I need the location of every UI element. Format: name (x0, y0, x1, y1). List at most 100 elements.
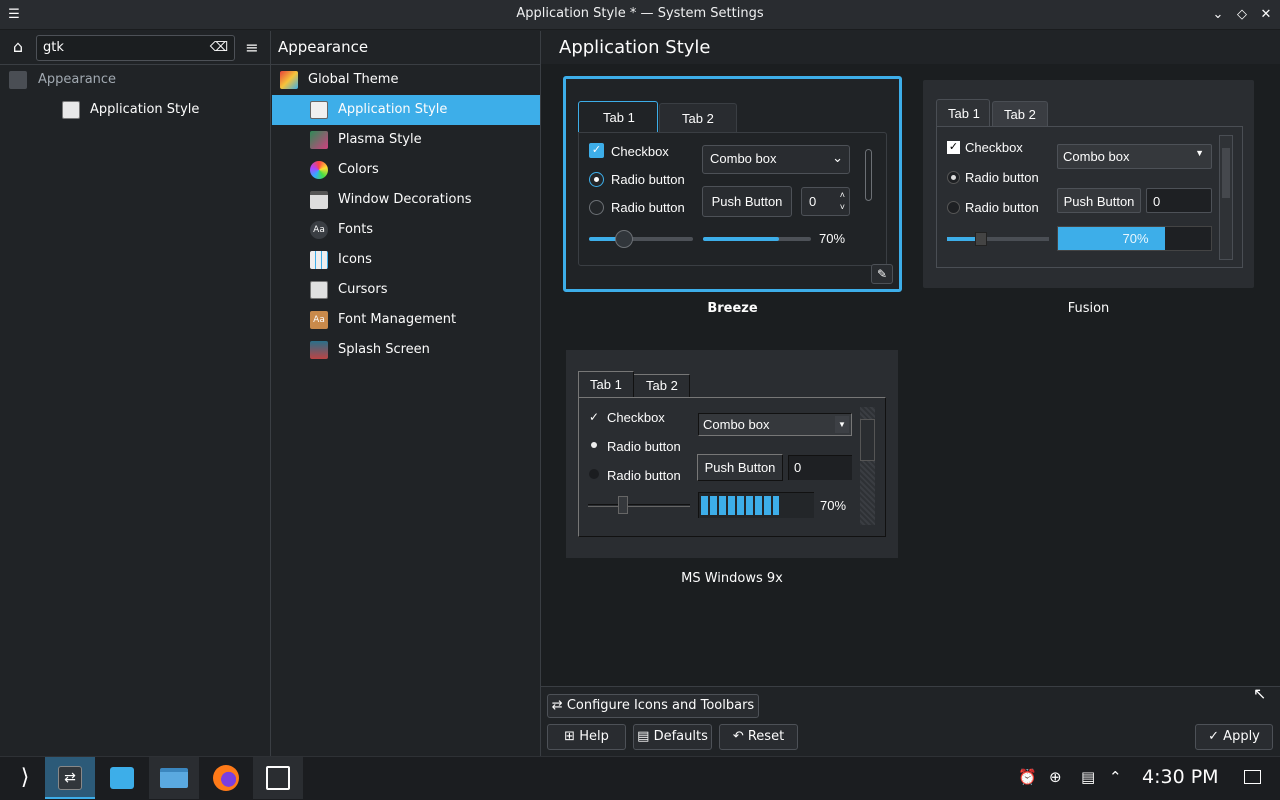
category-window-decorations[interactable]: Window Decorations (272, 185, 540, 215)
checkbox-checked-icon[interactable]: ✓ (947, 141, 960, 154)
window-manager-icon[interactable] (253, 757, 303, 799)
firefox-icon[interactable] (201, 757, 251, 799)
application-style-icon (310, 101, 328, 119)
scrollbar[interactable] (865, 149, 872, 201)
tab-1[interactable]: Tab 1 (578, 101, 658, 133)
configure-icons-toolbars-button[interactable]: ⇄ Configure Icons and Toolbars (547, 694, 759, 718)
combo-box[interactable]: Combo box ▼ (1057, 144, 1212, 169)
radio-unselected-icon[interactable] (589, 200, 604, 215)
notifications-icon[interactable]: ⏰ (1018, 768, 1037, 786)
category-plasma-style[interactable]: Plasma Style (272, 125, 540, 155)
dolphin-files-icon[interactable] (149, 757, 199, 799)
combo-box[interactable]: Combo box ▼ (698, 413, 852, 436)
category-application-style[interactable]: Application Style (272, 95, 540, 125)
slider[interactable] (947, 232, 1049, 246)
slider-handle (615, 230, 633, 248)
category-colors[interactable]: Colors (272, 155, 540, 185)
style-name-fusion: Fusion (1067, 301, 1110, 316)
spin-box[interactable]: 0 (788, 455, 852, 480)
window-titlebar: ☰ Application Style * — System Settings … (0, 0, 1280, 30)
slider[interactable] (588, 496, 690, 514)
sidebar-item-appearance[interactable]: Appearance (0, 65, 270, 95)
sidebar (0, 31, 270, 756)
tab-1[interactable]: Tab 1 (578, 371, 634, 398)
reset-icon: ↶ (732, 729, 744, 744)
checkmark-icon: ✓ (1208, 729, 1220, 744)
category-fonts[interactable]: Aa Fonts (272, 215, 540, 245)
application-launcher-icon[interactable]: ⟩ (0, 757, 50, 799)
appearance-icon (9, 71, 27, 89)
font-management-icon: Aa (310, 311, 328, 329)
application-style-icon (62, 101, 80, 119)
sidebar-item-application-style[interactable]: Application Style (0, 95, 270, 125)
chevron-down-icon: ⌄ (832, 150, 843, 165)
radio-label-2: Radio button (611, 200, 685, 215)
maximize-icon[interactable]: ◇ (1232, 5, 1252, 25)
apply-button[interactable]: ✓ Apply (1195, 724, 1273, 750)
page-title: Application Style (559, 37, 711, 58)
radio-selected-icon[interactable] (589, 172, 604, 187)
category-global-theme[interactable]: Global Theme (272, 65, 540, 95)
tab-1[interactable]: Tab 1 (936, 99, 990, 127)
style-name-ms-windows-9x: MS Windows 9x (681, 571, 783, 586)
system-settings-task-icon[interactable]: ⇄ (45, 757, 95, 799)
style-card-ms-windows-9x[interactable]: Tab 1 Tab 2 ✓ Checkbox Radio button Radi… (566, 350, 898, 558)
dropdown-arrow-icon: ▼ (1195, 148, 1204, 158)
category-icons[interactable]: Icons (272, 245, 540, 275)
push-button[interactable]: Push Button (1057, 188, 1141, 213)
scrollbar[interactable] (860, 407, 875, 525)
plasma-style-icon (310, 131, 328, 149)
style-card-breeze[interactable]: Tab 1 Tab 2 ✓ Checkbox Radio button Radi… (563, 76, 902, 292)
defaults-icon: ▤ (637, 729, 650, 744)
checkbox-label: Checkbox (611, 144, 669, 159)
network-icon[interactable]: ⊕ (1049, 768, 1062, 786)
category-font-management[interactable]: Aa Font Management (272, 305, 540, 335)
style-card-fusion[interactable]: Tab 1 Tab 2 ✓ Checkbox Radio button Radi… (923, 80, 1254, 288)
home-icon[interactable]: ⌂ (8, 37, 28, 57)
help-button[interactable]: ⊞ Help (547, 724, 626, 750)
tab-2[interactable]: Tab 2 (992, 101, 1048, 127)
hamburger-menu-icon[interactable]: ≡ (242, 38, 262, 58)
combo-box[interactable]: Combo box ⌄ (702, 145, 850, 174)
radio-unselected-icon[interactable] (947, 201, 960, 214)
cursors-icon (310, 281, 328, 299)
push-button[interactable]: Push Button (697, 454, 783, 481)
defaults-button[interactable]: ▤ Defaults (633, 724, 712, 750)
system-tray-expand-icon[interactable]: ⌃ (1109, 768, 1122, 786)
minimize-icon[interactable]: ⌄ (1208, 5, 1228, 25)
progress-bar: 70% (1057, 226, 1212, 251)
show-desktop-icon[interactable] (1244, 770, 1261, 784)
progress-label: 70% (819, 231, 846, 246)
search-input[interactable]: gtk (36, 35, 235, 61)
tab-2[interactable]: Tab 2 (634, 374, 690, 398)
style-name-breeze: Breeze (707, 301, 758, 316)
window-decorations-icon (310, 191, 328, 209)
reset-button[interactable]: ↶ Reset (719, 724, 798, 750)
push-button[interactable]: Push Button (702, 186, 792, 217)
spin-box[interactable]: 0 (1146, 188, 1212, 213)
radio-selected-icon[interactable] (591, 442, 597, 448)
global-theme-icon (280, 71, 298, 89)
clock[interactable]: 4:30 PM (1142, 766, 1219, 788)
discover-store-icon[interactable] (97, 757, 147, 799)
checkbox-checked-icon[interactable]: ✓ (589, 143, 604, 158)
dropdown-arrow-icon: ▼ (835, 416, 849, 433)
category-cursors[interactable]: Cursors (272, 275, 540, 305)
window-title: Application Style * — System Settings (516, 6, 764, 21)
clear-search-icon[interactable]: ⌫ (209, 40, 229, 56)
fonts-icon: Aa (310, 221, 328, 239)
close-icon[interactable]: ✕ (1256, 5, 1276, 25)
icons-icon (310, 251, 328, 269)
radio-unselected-icon[interactable] (589, 469, 599, 479)
clipboard-icon[interactable]: ▤ (1081, 768, 1095, 786)
category-splash-screen[interactable]: Splash Screen (272, 335, 540, 365)
edit-pencil-icon[interactable]: ✎ (871, 264, 893, 284)
progress-bar (698, 492, 814, 518)
checkbox-checked-icon[interactable]: ✓ (589, 410, 603, 424)
spin-box[interactable]: 0 ˄ ˅ (801, 187, 850, 216)
scrollbar[interactable] (1219, 135, 1233, 260)
tab-2[interactable]: Tab 2 (659, 103, 737, 133)
radio-selected-icon[interactable] (947, 171, 960, 184)
mouse-cursor-icon: ↖ (1253, 684, 1267, 703)
slider[interactable] (589, 230, 693, 248)
